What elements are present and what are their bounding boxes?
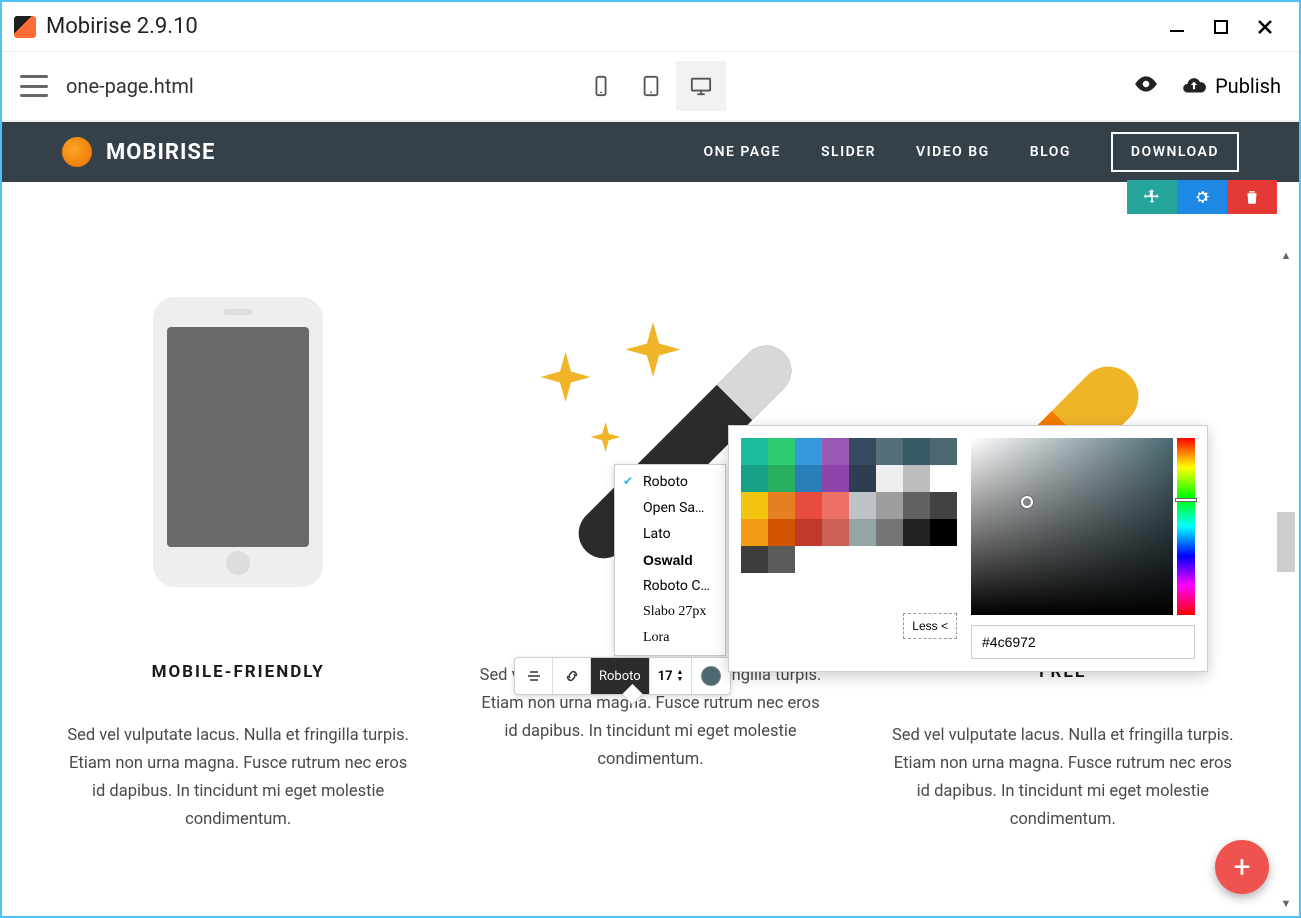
feature-col-1[interactable]: MOBILE-FRIENDLY Sed vel vulputate lacus.… [42, 292, 434, 834]
palette-swatch[interactable] [903, 465, 930, 492]
publish-label: Publish [1215, 74, 1281, 98]
publish-button[interactable]: Publish [1181, 73, 1281, 99]
tablet-preview-button[interactable] [626, 61, 676, 111]
palette-swatch[interactable] [930, 492, 957, 519]
hex-input[interactable] [971, 625, 1195, 659]
hue-slider[interactable] [1177, 438, 1195, 615]
app-logo-icon [14, 16, 36, 38]
color-swatch-button[interactable] [692, 658, 730, 694]
palette-swatch[interactable] [768, 465, 795, 492]
current-file-name[interactable]: one-page.html [66, 74, 194, 98]
block-settings-button[interactable] [1177, 180, 1227, 214]
align-button[interactable] [515, 658, 553, 694]
palette-swatch[interactable] [822, 492, 849, 519]
nav-download-button[interactable]: DOWNLOAD [1111, 132, 1239, 172]
color-palette [741, 438, 957, 573]
preview-eye-icon[interactable] [1133, 71, 1159, 101]
brand-logo-icon [62, 137, 92, 167]
feature-title[interactable]: MOBILE-FRIENDLY [42, 662, 434, 682]
device-preview-group [576, 61, 726, 111]
less-button[interactable]: Less < [903, 613, 957, 639]
palette-swatch[interactable] [741, 465, 768, 492]
palette-swatch[interactable] [903, 492, 930, 519]
palette-swatch[interactable] [768, 519, 795, 546]
palette-swatch[interactable] [903, 519, 930, 546]
palette-swatch[interactable] [795, 438, 822, 465]
window-title: Mobirise 2.9.10 [46, 14, 1155, 39]
block-action-group [1127, 180, 1277, 214]
font-option-roboto[interactable]: Roboto [615, 469, 725, 495]
hamburger-menu-icon[interactable] [20, 75, 48, 97]
font-option-lato[interactable]: Lato [615, 521, 725, 547]
palette-swatch[interactable] [795, 492, 822, 519]
block-delete-button[interactable] [1227, 180, 1277, 214]
palette-swatch[interactable] [849, 438, 876, 465]
site-brand[interactable]: MOBIRISE [62, 137, 215, 167]
nav-link-slider[interactable]: SLIDER [821, 144, 876, 160]
minimize-button[interactable] [1155, 5, 1199, 49]
cloud-upload-icon [1181, 73, 1207, 99]
palette-swatch[interactable] [795, 519, 822, 546]
palette-swatch[interactable] [903, 438, 930, 465]
palette-swatch[interactable] [876, 465, 903, 492]
scroll-thumb[interactable] [1277, 512, 1295, 572]
palette-swatch[interactable] [849, 492, 876, 519]
window-titlebar: Mobirise 2.9.10 [2, 2, 1299, 52]
close-button[interactable] [1243, 5, 1287, 49]
palette-swatch[interactable] [795, 465, 822, 492]
palette-swatch[interactable] [930, 519, 957, 546]
current-color-icon [701, 666, 721, 686]
palette-swatch[interactable] [741, 492, 768, 519]
color-cursor[interactable] [1021, 496, 1033, 508]
palette-swatch[interactable] [876, 492, 903, 519]
font-option-lora[interactable]: Lora [615, 625, 725, 651]
block-move-button[interactable] [1127, 180, 1177, 214]
site-navbar-block[interactable]: MOBIRISE ONE PAGE SLIDER VIDEO BG BLOG D… [2, 122, 1299, 182]
palette-swatch[interactable] [876, 519, 903, 546]
font-option-robotoc[interactable]: Roboto C… [615, 573, 725, 599]
palette-swatch[interactable] [741, 519, 768, 546]
font-size-selector[interactable]: 17▲▼ [650, 658, 693, 694]
color-picker-popup: Less < [728, 425, 1208, 672]
feature-body[interactable]: Sed vel vulputate lacus. Nulla et fringi… [42, 722, 434, 834]
maximize-button[interactable] [1199, 5, 1243, 49]
mobile-preview-button[interactable] [576, 61, 626, 111]
nav-links: ONE PAGE SLIDER VIDEO BG BLOG DOWNLOAD [703, 132, 1239, 172]
palette-swatch[interactable] [930, 465, 957, 492]
color-gradient-area[interactable] [971, 438, 1195, 615]
palette-swatch[interactable] [849, 465, 876, 492]
inline-text-toolbar: Roboto 17▲▼ [514, 657, 731, 695]
font-option-oswald[interactable]: Oswald [615, 547, 725, 573]
palette-swatch[interactable] [768, 546, 795, 573]
palette-swatch[interactable] [768, 492, 795, 519]
feature-body[interactable]: Sed vel vulputate lacus. Nulla et fringi… [867, 722, 1259, 834]
add-block-fab[interactable]: + [1215, 840, 1269, 894]
palette-swatch[interactable] [849, 519, 876, 546]
phone-icon [42, 292, 434, 592]
palette-swatch[interactable] [822, 519, 849, 546]
scroll-up-icon[interactable]: ▲ [1277, 246, 1295, 264]
nav-link-onepage[interactable]: ONE PAGE [703, 144, 781, 160]
palette-swatch[interactable] [741, 546, 768, 573]
brand-text: MOBIRISE [106, 140, 215, 165]
nav-link-videobg[interactable]: VIDEO BG [916, 144, 990, 160]
palette-swatch[interactable] [822, 438, 849, 465]
app-toolbar: one-page.html Publish [2, 52, 1299, 122]
editor-canvas: MOBIRISE ONE PAGE SLIDER VIDEO BG BLOG D… [2, 122, 1299, 918]
palette-swatch[interactable] [822, 465, 849, 492]
font-option-opensans[interactable]: Open Sa… [615, 495, 725, 521]
palette-swatch[interactable] [768, 438, 795, 465]
font-selector[interactable]: Roboto [591, 658, 650, 694]
nav-link-blog[interactable]: BLOG [1030, 144, 1071, 160]
palette-swatch[interactable] [876, 438, 903, 465]
font-dropdown[interactable]: Roboto Open Sa… Lato Oswald Roboto C… Sl… [614, 464, 726, 656]
font-option-slabo[interactable]: Slabo 27px [615, 599, 725, 625]
link-button[interactable] [553, 658, 591, 694]
scroll-down-icon[interactable]: ▼ [1277, 894, 1295, 912]
palette-swatch[interactable] [930, 438, 957, 465]
palette-swatch[interactable] [741, 438, 768, 465]
desktop-preview-button[interactable] [676, 61, 726, 111]
